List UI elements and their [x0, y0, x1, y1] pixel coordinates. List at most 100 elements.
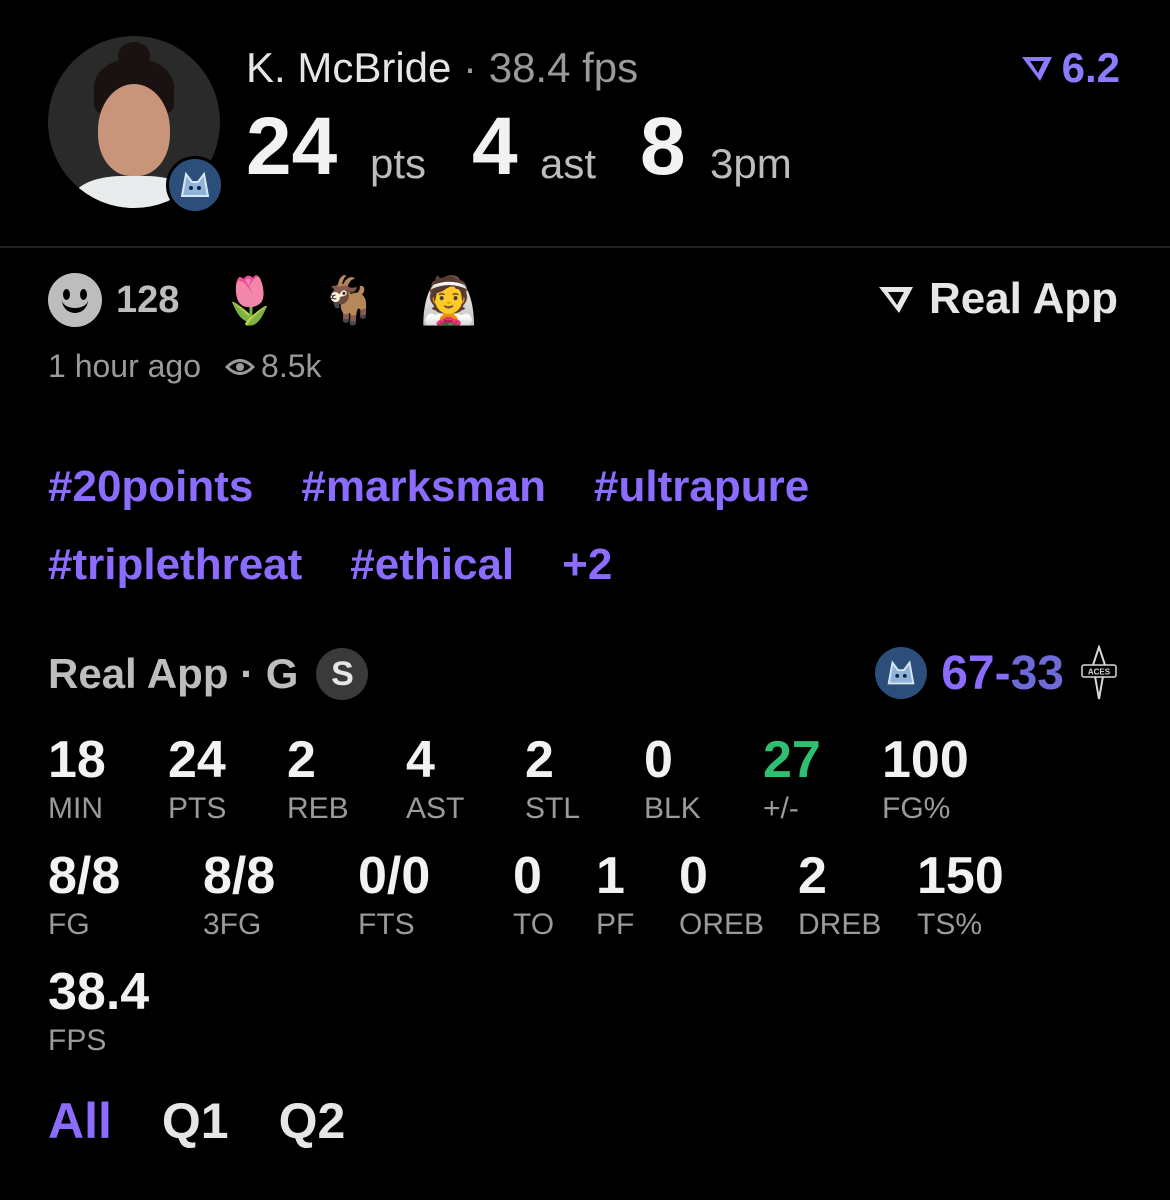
hashtags: #20points #marksman #ultrapure #tripleth… [48, 448, 1048, 604]
stat-fg-pct: 100 FG% [882, 734, 969, 824]
stat-value: 27 [763, 731, 821, 789]
headline-stat-value: 4 [472, 101, 518, 192]
tab-all[interactable]: All [48, 1092, 112, 1150]
stat-to: 0 TO [513, 850, 554, 940]
period-tabs: All Q1 Q2 [48, 1092, 345, 1150]
stat-dreb: 2 DREB [798, 850, 881, 940]
hashtag[interactable]: #triplethreat [48, 540, 302, 590]
stat-label: DREB [798, 908, 882, 941]
stat-reb: 2 REB [287, 734, 349, 824]
stat-label: +/- [763, 792, 799, 825]
stat-label: MIN [48, 792, 103, 825]
stat-label: OREB [679, 908, 765, 941]
stat-value: 0 [644, 731, 673, 789]
game-score[interactable]: 67-33 ACES [875, 644, 1120, 702]
stat-label: REB [287, 792, 349, 825]
stat-stl: 2 STL [525, 734, 580, 824]
stat-min: 18 MIN [48, 734, 106, 824]
title-separator: · [451, 44, 489, 91]
more-hashtags-button[interactable]: +2 [562, 540, 612, 590]
game-label-text: Real App · G [48, 650, 299, 697]
hashtag[interactable]: #marksman [301, 462, 546, 512]
score-home: 67 [941, 646, 995, 700]
stat-label: FG% [882, 792, 951, 825]
stat-value: 24 [168, 731, 226, 789]
status-badge: S [316, 648, 369, 700]
stat-blk: 0 BLK [644, 734, 701, 824]
stat-plus-minus: 27 +/- [763, 734, 821, 824]
headline-stat-unit: pts [370, 140, 427, 187]
stat-value: 2 [525, 731, 554, 789]
tab-q1[interactable]: Q1 [162, 1092, 229, 1150]
stat-value: 150 [917, 847, 1004, 905]
post-meta: 1 hour ago 8.5k [48, 348, 322, 385]
rating-value: 6.2 [1061, 44, 1120, 91]
stat-label: PTS [168, 792, 227, 825]
stat-fps: 38.4 FPS [48, 966, 149, 1056]
game-label: Real App · G S [48, 648, 369, 700]
stat-label: TS% [917, 908, 983, 941]
stat-ts-pct: 150 TS% [917, 850, 1004, 940]
hashtag[interactable]: #20points [48, 462, 253, 512]
stat-pts: 24 PTS [168, 734, 226, 824]
stat-value: 4 [406, 731, 435, 789]
time-ago: 1 hour ago [48, 348, 202, 384]
stat-label: AST [406, 792, 465, 825]
game-summary-row: Real App · G S 67-33 ACES [48, 644, 1120, 702]
smiley-reaction-icon[interactable] [48, 273, 102, 327]
reactions-row: 128 🌷 🐐 👰 [48, 272, 477, 328]
hashtag-row: #triplethreat #ethical +2 [48, 526, 1048, 604]
tab-q2[interactable]: Q2 [279, 1092, 346, 1150]
hashtag[interactable]: #ultrapure [594, 462, 809, 512]
stat-label: FG [48, 908, 90, 941]
score-away: 33 [1010, 646, 1064, 700]
stat-ast: 4 AST [406, 734, 464, 824]
stat-fts: 0/0 FTS [358, 850, 430, 940]
goat-icon[interactable]: 🐐 [321, 277, 378, 323]
player-name[interactable]: K. McBride [246, 44, 451, 91]
stat-label: TO [513, 908, 555, 941]
view-count: 8.5k [225, 348, 322, 385]
stat-value: 8/8 [48, 847, 121, 905]
stat-value: 38.4 [48, 963, 150, 1021]
hashtag-row: #20points #marksman #ultrapure [48, 448, 1048, 526]
stat-value: 0/0 [358, 847, 431, 905]
headline-stat-unit: 3pm [710, 140, 792, 187]
svg-text:ACES: ACES [1088, 668, 1111, 677]
real-app-logo-icon [1021, 57, 1052, 81]
stat-oreb: 0 OREB [679, 850, 764, 940]
stat-value: 0 [679, 847, 708, 905]
stat-label: FPS [48, 1024, 107, 1057]
stat-fg: 8/8 FG [48, 850, 120, 940]
tulip-icon[interactable]: 🌷 [221, 277, 278, 323]
bride-icon[interactable]: 👰 [420, 277, 477, 323]
real-app-link[interactable]: Real App [877, 274, 1118, 324]
stat-value: 0 [513, 847, 542, 905]
score-separator: - [994, 646, 1011, 700]
headline-stat-value: 24 [246, 101, 338, 192]
hashtag[interactable]: #ethical [350, 540, 514, 590]
score-display: 67-33 [941, 646, 1064, 701]
stat-value: 1 [596, 847, 625, 905]
stat-pf: 1 PF [596, 850, 634, 940]
lynx-logo-icon [875, 647, 928, 699]
player-fps: 38.4 fps [488, 44, 639, 91]
stat-value: 2 [287, 731, 316, 789]
lynx-logo-icon [166, 156, 224, 214]
stat-label: STL [525, 792, 581, 825]
stat-label: PF [596, 908, 635, 941]
stat-label: FTS [358, 908, 415, 941]
headline-stat-value: 8 [640, 101, 686, 192]
rating-score[interactable]: 6.2 [1020, 44, 1120, 92]
stat-value: 8/8 [203, 847, 276, 905]
stat-3fg: 8/8 3FG [203, 850, 275, 940]
stat-value: 2 [798, 847, 827, 905]
aces-logo-icon: ACES [1078, 644, 1120, 702]
player-title-line: K. McBride · 38.4 fps [246, 44, 638, 92]
stat-label: 3FG [203, 908, 262, 941]
view-count-value: 8.5k [261, 348, 322, 384]
eye-icon [225, 358, 256, 375]
brand-label: Real App [928, 274, 1118, 323]
stat-value: 18 [48, 731, 106, 789]
post-header: K. McBride · 38.4 fps 24 pts 4 ast 8 3pm… [0, 0, 1170, 248]
